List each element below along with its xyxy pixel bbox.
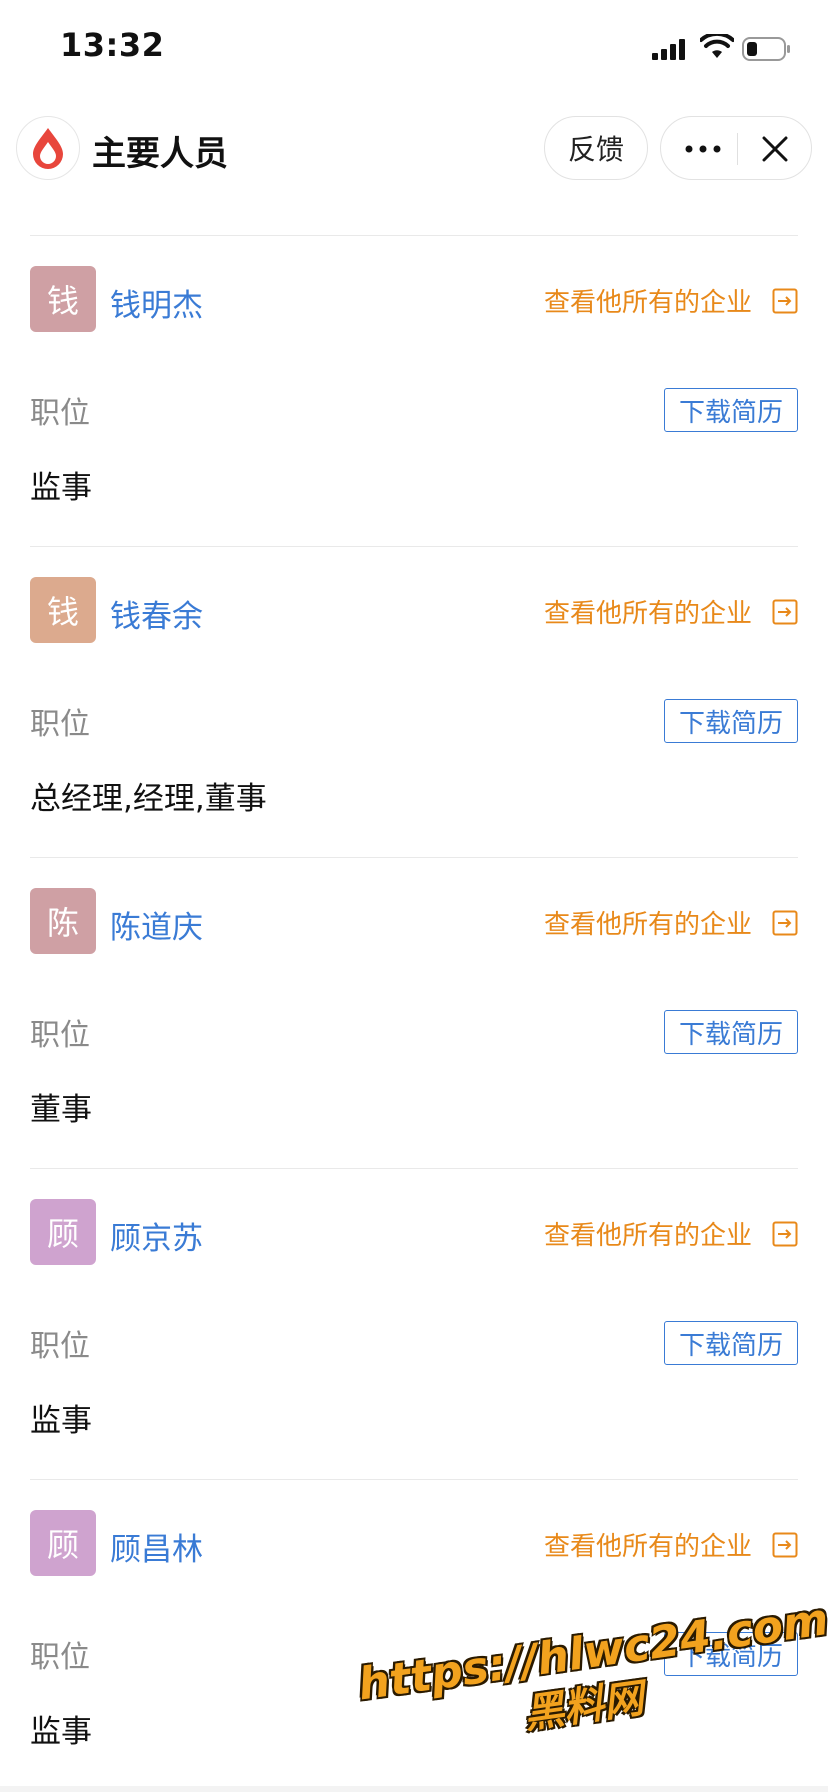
avatar: 顾 xyxy=(30,1510,96,1576)
wifi-icon xyxy=(700,34,734,58)
signal-icon xyxy=(652,39,685,60)
person-card: 陈 陈道庆 查看他所有的企业 职位 下载简历 董事 xyxy=(30,858,798,1168)
arrow-right-box-icon xyxy=(772,910,798,935)
status-bar: 13:32 xyxy=(0,0,828,100)
arrow-right-box-icon xyxy=(772,1221,798,1246)
view-all-companies-link[interactable]: 查看他所有的企业 xyxy=(544,593,798,630)
avatar: 钱 xyxy=(30,266,96,332)
person-name[interactable]: 钱春余 xyxy=(110,591,203,636)
person-card: 钱 钱春余 查看他所有的企业 职位 下载简历 总经理,经理,董事 xyxy=(30,547,798,857)
view-all-companies-link[interactable]: 查看他所有的企业 xyxy=(544,1526,798,1563)
position-label: 职位 xyxy=(30,1329,90,1364)
person-name[interactable]: 钱明杰 xyxy=(110,280,203,325)
person-card: 顾 顾京苏 查看他所有的企业 职位 下载简历 监事 xyxy=(30,1169,798,1479)
view-all-label: 查看他所有的企业 xyxy=(543,599,752,629)
avatar: 顾 xyxy=(30,1199,96,1265)
position-value: 监事 xyxy=(30,1714,92,1750)
battery-icon xyxy=(742,37,790,61)
bottom-edge xyxy=(0,1786,828,1792)
view-all-label: 查看他所有的企业 xyxy=(543,288,752,318)
download-resume-button[interactable]: 下载简历 xyxy=(664,388,798,432)
position-label: 职位 xyxy=(30,396,90,431)
view-all-companies-link[interactable]: 查看他所有的企业 xyxy=(544,1215,798,1252)
feedback-button[interactable]: 反馈 xyxy=(544,116,648,180)
person-name[interactable]: 陈道庆 xyxy=(110,902,203,947)
status-time: 13:32 xyxy=(60,26,165,64)
capsule-menu xyxy=(660,116,812,180)
position-value: 董事 xyxy=(30,1092,92,1128)
view-all-companies-link[interactable]: 查看他所有的企业 xyxy=(544,282,798,319)
download-resume-button[interactable]: 下载简历 xyxy=(664,1010,798,1054)
arrow-right-box-icon xyxy=(772,288,798,313)
page-title: 主要人员 xyxy=(92,134,228,174)
people-list: 钱 钱明杰 查看他所有的企业 职位 下载简历 监事 钱 钱春余 查看他所有的企业… xyxy=(30,235,798,1790)
position-label: 职位 xyxy=(30,707,90,742)
arrow-right-box-icon xyxy=(772,1532,798,1557)
position-label: 职位 xyxy=(30,1018,90,1053)
view-all-label: 查看他所有的企业 xyxy=(543,910,752,940)
view-all-label: 查看他所有的企业 xyxy=(543,1221,752,1251)
position-value: 监事 xyxy=(30,470,92,506)
arrow-right-box-icon xyxy=(772,599,798,624)
download-resume-button[interactable]: 下载简历 xyxy=(664,699,798,743)
avatar: 钱 xyxy=(30,577,96,643)
view-all-label: 查看他所有的企业 xyxy=(543,1532,752,1562)
avatar: 陈 xyxy=(30,888,96,954)
position-label: 职位 xyxy=(30,1640,90,1675)
download-resume-button[interactable]: 下载简历 xyxy=(664,1321,798,1365)
position-value: 总经理,经理,董事 xyxy=(30,781,267,817)
more-icon[interactable] xyxy=(683,131,723,167)
app-logo-icon xyxy=(16,116,80,180)
nav-bar: 主要人员 反馈 xyxy=(0,110,828,190)
person-card: 钱 钱明杰 查看他所有的企业 职位 下载简历 监事 xyxy=(30,236,798,546)
close-icon[interactable] xyxy=(757,131,793,167)
person-name[interactable]: 顾京苏 xyxy=(110,1213,203,1258)
view-all-companies-link[interactable]: 查看他所有的企业 xyxy=(544,904,798,941)
person-name[interactable]: 顾昌林 xyxy=(110,1524,203,1569)
position-value: 监事 xyxy=(30,1403,92,1439)
capsule-divider xyxy=(737,133,738,165)
